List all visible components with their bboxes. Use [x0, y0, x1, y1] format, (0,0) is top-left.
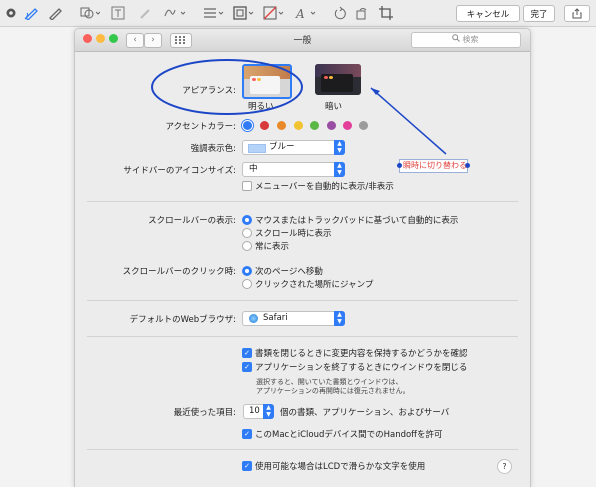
scroll-show-always-label: 常に表示 [255, 242, 290, 252]
default-browser-popup[interactable]: Safari ▲ ▼ [242, 311, 345, 326]
sidebar-icon-size-value: 中 [249, 164, 258, 174]
menubar-autohide-label: メニューバーを自動的に表示/非表示 [255, 182, 394, 192]
annotation-ellipse [151, 59, 303, 115]
divider [87, 449, 518, 450]
done-button[interactable]: 完了 [523, 5, 555, 22]
scroll-show-scrolling-label: スクロール時に表示 [255, 229, 332, 239]
ask-keep-changes-checkbox[interactable]: ✓ [242, 348, 252, 358]
help-button[interactable]: ? [497, 459, 512, 474]
fill-color-icon[interactable] [262, 5, 286, 21]
safari-icon [249, 314, 258, 323]
scroll-show-auto-label: マウスまたはトラックパッドに基づいて自動的に表示 [255, 216, 459, 226]
chevron-updown-icon: ▲ ▼ [263, 404, 274, 419]
cancel-button[interactable]: キャンセル [456, 5, 520, 22]
close-windows-note-2: アプリケーションの再開時には復元されません。 [256, 387, 410, 395]
share-button[interactable] [564, 5, 590, 22]
close-circle-icon[interactable] [4, 5, 18, 21]
scroll-show-always-radio[interactable] [242, 241, 252, 251]
rotate-right-icon[interactable] [354, 5, 370, 21]
scroll-click-page-label: 次のページへ移動 [255, 267, 323, 277]
recent-items-popup[interactable]: 10 ▲ ▼ [243, 404, 274, 419]
shapes-icon[interactable] [78, 5, 102, 21]
scrollbar-show-label: スクロールバーの表示: [148, 216, 236, 226]
scroll-show-auto-radio[interactable] [242, 215, 252, 225]
svg-text:A: A [295, 7, 305, 20]
accent-green-swatch[interactable] [310, 121, 319, 130]
border-color-icon[interactable] [232, 5, 256, 21]
highlight-icon[interactable] [136, 5, 154, 21]
ask-keep-changes-label: 書類を閉じるときに変更内容を保持するかどうかを確認 [255, 349, 468, 359]
chevron-updown-icon: ▲ ▼ [334, 162, 345, 177]
accent-purple-swatch[interactable] [327, 121, 336, 130]
sketch-icon[interactable] [22, 5, 40, 21]
menubar-autohide-checkbox[interactable] [242, 181, 252, 191]
divider [87, 201, 518, 202]
scroll-click-jump-radio[interactable] [242, 279, 252, 289]
scroll-show-scrolling-radio[interactable] [242, 228, 252, 238]
default-browser-value: Safari [263, 313, 288, 323]
highlight-color-label: 強調表示色: [190, 144, 236, 154]
draw-icon[interactable] [46, 5, 64, 21]
text-style-icon[interactable]: A [294, 5, 318, 21]
rotate-left-icon[interactable] [332, 5, 348, 21]
annotation-handle-left[interactable] [397, 163, 402, 168]
share-icon [572, 8, 582, 19]
close-windows-label: アプリケーションを終了するときにウインドウを閉じる [255, 363, 468, 373]
accent-red-swatch[interactable] [260, 121, 269, 130]
chevron-updown-icon: ▲ ▼ [334, 311, 345, 326]
lcd-font-smoothing-label: 使用可能な場合はLCDで滑らかな文字を使用 [255, 462, 426, 472]
recent-items-value: 10 [249, 406, 260, 416]
shape-style-icon[interactable] [202, 5, 226, 21]
general-preferences-window: ‹ › 一般 検索 アピアランス: 明るい 暗い アクセントカラー: 強調表示色… [74, 28, 531, 487]
highlight-swatch [248, 144, 266, 153]
handoff-checkbox[interactable]: ✓ [242, 429, 252, 439]
divider [87, 300, 518, 301]
divider [87, 336, 518, 337]
recent-items-label: 最近使った項目: [173, 408, 236, 418]
accent-blue-swatch[interactable] [243, 121, 252, 130]
sign-icon[interactable] [162, 5, 188, 21]
recent-items-suffix: 個の書類、アプリケーション、およびサーバ [280, 408, 450, 418]
highlight-color-popup[interactable]: ブルー ▲ ▼ [242, 140, 345, 155]
lcd-font-smoothing-checkbox[interactable]: ✓ [242, 461, 252, 471]
close-windows-checkbox[interactable]: ✓ [242, 362, 252, 372]
annotation-text-box[interactable]: 瞬時に切り替わる [397, 159, 470, 173]
accent-color-label: アクセントカラー: [165, 122, 236, 132]
default-browser-label: デフォルトのWebブラウザ: [129, 315, 236, 325]
accent-pink-swatch[interactable] [343, 121, 352, 130]
scroll-click-page-radio[interactable] [242, 266, 252, 276]
accent-graphite-swatch[interactable] [359, 121, 368, 130]
handoff-label: このMacとiCloudデバイス間でのHandoffを許可 [255, 430, 443, 440]
sidebar-icon-size-popup[interactable]: 中 ▲ ▼ [242, 162, 345, 177]
chevron-updown-icon: ▲ ▼ [334, 140, 345, 155]
annotation-arrow [370, 87, 447, 155]
crop-icon[interactable] [378, 5, 394, 21]
accent-orange-swatch[interactable] [277, 121, 286, 130]
highlight-value: ブルー [269, 142, 295, 152]
scrollbar-click-label: スクロールバーのクリック時: [122, 267, 236, 277]
markup-toolbar: A キャンセル 完了 [0, 0, 596, 27]
sidebar-icon-size-label: サイドバーのアイコンサイズ: [123, 166, 236, 176]
text-box-icon[interactable] [110, 5, 126, 21]
annotation-text: 瞬時に切り替わる [403, 161, 467, 170]
scroll-click-jump-label: クリックされた場所にジャンプ [255, 280, 374, 290]
accent-yellow-swatch[interactable] [294, 121, 303, 130]
